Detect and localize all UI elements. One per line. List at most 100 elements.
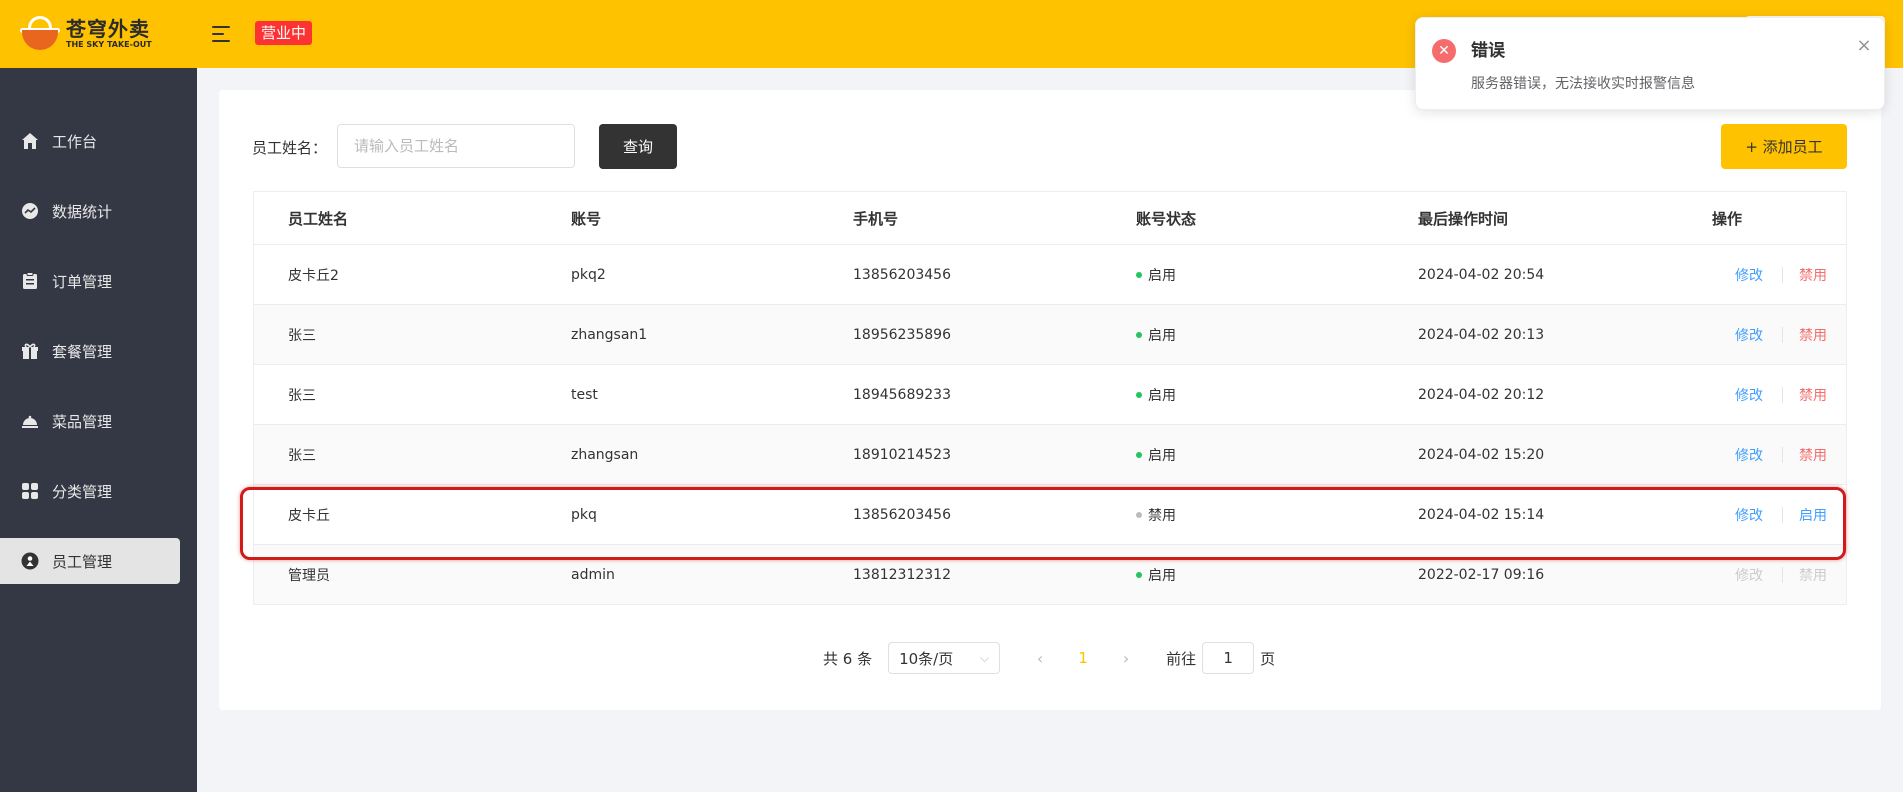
employee-status: 启用 bbox=[1136, 385, 1176, 405]
column-header-account: 账号 bbox=[571, 209, 602, 228]
sidebar-item-label: 订单管理 bbox=[52, 272, 113, 291]
page-number-current[interactable]: 1 bbox=[1060, 649, 1106, 667]
employee-phone: 13856203456 bbox=[853, 266, 951, 283]
employee-account: zhangsan bbox=[571, 446, 639, 463]
column-header-status: 账号状态 bbox=[1136, 209, 1197, 228]
user-icon bbox=[20, 551, 40, 571]
pagination: 共 6 条 10条/页 ⌵ ‹ 1 › 前往 1 页 bbox=[823, 641, 1275, 675]
page-size-value: 10条/页 bbox=[899, 649, 954, 668]
disable-link[interactable]: 禁用 bbox=[1799, 325, 1827, 345]
employee-panel: 员工姓名： 查询 + 添加员工 员工姓名 账号 手机号 账号状态 最后操作时间 … bbox=[219, 90, 1881, 710]
status-dot bbox=[1136, 391, 1142, 398]
sidebar: 工作台 数据统计 订单管理 套餐管理 菜品管理 分类管理 员工管理 bbox=[0, 68, 197, 792]
employee-phone: 18945689233 bbox=[853, 386, 951, 403]
error-icon: ✕ bbox=[1432, 39, 1456, 63]
sidebar-item-orders[interactable]: 订单管理 bbox=[0, 258, 180, 304]
table-row: 皮卡丘2 pkq2 13856203456 启用 2024-04-02 20:5… bbox=[254, 244, 1846, 304]
employee-updated-time: 2022-02-17 09:16 bbox=[1418, 566, 1545, 583]
edit-link: 修改 bbox=[1735, 567, 1763, 584]
sidebar-item-label: 工作台 bbox=[52, 132, 98, 151]
logo-bowl-icon bbox=[18, 14, 62, 54]
disable-link[interactable]: 禁用 bbox=[1799, 445, 1827, 465]
gift-icon bbox=[20, 341, 40, 361]
sidebar-item-workbench[interactable]: 工作台 bbox=[0, 118, 180, 164]
chevron-down-icon: ⌵ bbox=[979, 650, 990, 665]
menu-collapse-icon[interactable] bbox=[212, 24, 232, 44]
home-icon bbox=[20, 131, 40, 151]
search-label: 员工姓名： bbox=[252, 139, 328, 157]
column-header-updated: 最后操作时间 bbox=[1418, 209, 1509, 228]
employee-updated-time: 2024-04-02 15:20 bbox=[1418, 446, 1545, 463]
sidebar-item-label: 数据统计 bbox=[52, 202, 113, 221]
close-icon[interactable]: × bbox=[1854, 36, 1874, 56]
next-page-icon[interactable]: › bbox=[1106, 649, 1146, 668]
column-header-phone: 手机号 bbox=[853, 209, 899, 228]
sidebar-item-employees[interactable]: 员工管理 bbox=[0, 538, 180, 584]
clipboard-icon bbox=[20, 271, 40, 291]
sidebar-item-statistics[interactable]: 数据统计 bbox=[0, 188, 180, 234]
edit-link[interactable]: 修改 bbox=[1735, 385, 1763, 405]
employee-status: 启用 bbox=[1136, 445, 1176, 465]
status-dot bbox=[1136, 331, 1142, 338]
employee-name: 皮卡丘2 bbox=[288, 267, 339, 284]
employee-phone: 18956235896 bbox=[853, 326, 951, 343]
status-dot bbox=[1136, 571, 1142, 578]
grid-icon bbox=[20, 481, 40, 501]
column-header-actions: 操作 bbox=[1712, 209, 1743, 228]
page-size-select[interactable]: 10条/页 ⌵ bbox=[888, 642, 1001, 674]
employee-name: 张三 bbox=[288, 327, 316, 344]
sidebar-item-label: 员工管理 bbox=[52, 552, 113, 571]
goto-page-input[interactable]: 1 bbox=[1202, 642, 1255, 674]
sidebar-item-label: 套餐管理 bbox=[52, 342, 113, 361]
employee-account: zhangsan1 bbox=[571, 326, 648, 343]
disable-link: 禁用 bbox=[1799, 567, 1827, 584]
action-divider bbox=[1782, 266, 1783, 283]
edit-link[interactable]: 修改 bbox=[1735, 325, 1763, 345]
prev-page-icon[interactable]: ‹ bbox=[1020, 649, 1060, 668]
business-status-badge: 营业中 bbox=[255, 21, 313, 45]
employee-phone: 18910214523 bbox=[853, 446, 951, 463]
edit-link[interactable]: 修改 bbox=[1735, 445, 1763, 465]
sidebar-item-combos[interactable]: 套餐管理 bbox=[0, 328, 180, 374]
notification-title: 错误 bbox=[1471, 41, 1505, 61]
employee-updated-time: 2024-04-02 20:54 bbox=[1418, 266, 1545, 283]
disable-link[interactable]: 禁用 bbox=[1799, 265, 1827, 285]
sidebar-item-categories[interactable]: 分类管理 bbox=[0, 468, 180, 514]
table-row: 张三 zhangsan 18910214523 启用 2024-04-02 15… bbox=[254, 424, 1846, 484]
employee-name: 张三 bbox=[288, 387, 316, 404]
action-divider bbox=[1782, 326, 1783, 343]
employee-account: pkq2 bbox=[571, 266, 606, 283]
disable-link[interactable]: 禁用 bbox=[1799, 385, 1827, 405]
logo: 苍穹外卖 THE SKY TAKE-OUT bbox=[18, 14, 168, 54]
error-notification: ✕ 错误 服务器错误，无法接收实时报警信息 × bbox=[1415, 17, 1885, 110]
employee-updated-time: 2024-04-02 20:12 bbox=[1418, 386, 1545, 403]
table-header-row: 员工姓名 账号 手机号 账号状态 最后操作时间 操作 bbox=[254, 192, 1846, 244]
logo-title: 苍穹外卖 bbox=[66, 17, 150, 41]
employee-updated-time: 2024-04-02 20:13 bbox=[1418, 326, 1545, 343]
employee-account: admin bbox=[571, 566, 615, 583]
action-divider bbox=[1782, 566, 1783, 583]
add-employee-button[interactable]: + 添加员工 bbox=[1721, 124, 1847, 169]
chart-icon bbox=[20, 201, 40, 221]
edit-link[interactable]: 修改 bbox=[1735, 265, 1763, 285]
goto-page: 前往 1 页 bbox=[1166, 642, 1275, 674]
sidebar-item-dishes[interactable]: 菜品管理 bbox=[0, 398, 180, 444]
status-dot bbox=[1136, 451, 1142, 458]
row-highlight-annotation bbox=[240, 487, 1846, 560]
employee-status: 启用 bbox=[1136, 325, 1176, 345]
sidebar-item-label: 分类管理 bbox=[52, 482, 113, 501]
employee-name: 管理员 bbox=[288, 567, 330, 584]
dish-icon bbox=[20, 411, 40, 431]
column-header-name: 员工姓名 bbox=[288, 209, 349, 228]
employee-name: 张三 bbox=[288, 447, 316, 464]
table-row: 张三 test 18945689233 启用 2024-04-02 20:12 … bbox=[254, 364, 1846, 424]
employee-status: 启用 bbox=[1136, 265, 1176, 285]
employee-name-search-input[interactable] bbox=[337, 124, 575, 168]
sidebar-item-label: 菜品管理 bbox=[52, 412, 113, 431]
pagination-total: 共 6 条 bbox=[823, 649, 873, 668]
action-divider bbox=[1782, 386, 1783, 403]
goto-label: 前往 bbox=[1166, 649, 1197, 668]
table-row: 张三 zhangsan1 18956235896 启用 2024-04-02 2… bbox=[254, 304, 1846, 364]
employee-phone: 13812312312 bbox=[853, 566, 951, 583]
query-button[interactable]: 查询 bbox=[599, 124, 677, 169]
